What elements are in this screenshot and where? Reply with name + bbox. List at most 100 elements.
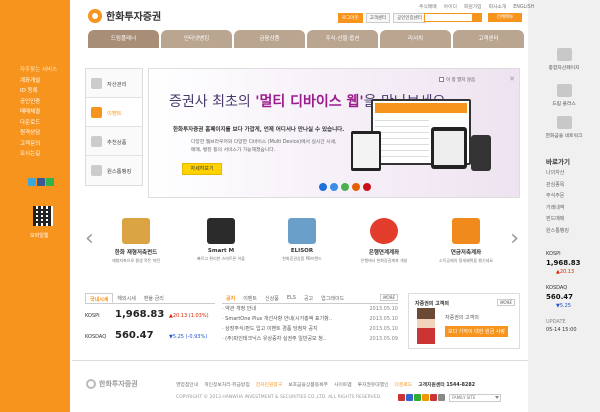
award-icon — [430, 394, 437, 401]
kospi-change: ▲20.13 (1.03%) — [169, 313, 209, 319]
dont-show-checkbox[interactable]: 이 창 열지 않음 — [439, 77, 475, 83]
opera-icon — [363, 183, 371, 191]
quick-link-remote[interactable]: 원격상담 — [20, 128, 70, 139]
pb-line1: 자증권의 고객의 — [445, 315, 479, 321]
footer-link[interactable]: 투자권유대행인 — [358, 383, 389, 388]
next-arrow-icon[interactable]: › — [510, 226, 519, 251]
award-badges — [398, 394, 446, 403]
product-item[interactable]: 은행연계계좌 은행에서 한화증권계좌 개설 — [353, 218, 415, 264]
news-more-button[interactable]: MORE — [380, 294, 398, 301]
safari-icon — [330, 183, 338, 191]
util-link[interactable]: 회사소개 — [489, 5, 507, 10]
checkbox-icon[interactable] — [439, 77, 444, 82]
frequent-services: 자주찾는 서비스 계좌개설 ID 등록 공인인증 매매체결 다운로드 원격상담 … — [20, 65, 70, 160]
left-menu-onestop[interactable]: 원스톱뱅킹 — [86, 156, 142, 185]
shortcut-link[interactable]: 주식주문 — [546, 191, 569, 203]
facebook-icon[interactable] — [37, 178, 45, 186]
twitter-icon[interactable] — [28, 178, 36, 186]
asset-icon — [91, 78, 102, 89]
news-item[interactable]: · 약관 개정 안내 2013.05.10 — [222, 305, 398, 314]
tab-upgrade[interactable]: 업그레이드 — [317, 293, 348, 303]
market-tabs: 국내시세 해외시세 환율·금리 — [85, 293, 215, 304]
left-menu-event[interactable]: 이벤트 — [86, 98, 142, 127]
product-item[interactable]: 한화 재형저축펀드 재형저축으로 평생 목돈 마련 — [105, 218, 167, 264]
quick-link-trade[interactable]: 매매체결 — [20, 107, 70, 118]
footer-link[interactable]: 개인정보처리·취급방침 — [204, 383, 250, 388]
footer-link[interactable]: 보호금융상품등록부 — [288, 383, 328, 388]
tab-financial-products[interactable]: 금융상품 — [234, 30, 305, 48]
tab-new-product[interactable]: 신상품 — [261, 293, 283, 303]
quick-link-account[interactable]: 계좌개설 — [20, 76, 70, 87]
all-menu-button[interactable]: 전체메뉴 — [488, 13, 522, 22]
tab-domestic[interactable]: 국내시세 — [85, 293, 114, 303]
quick-network[interactable]: 한화금융 네트워크 — [528, 116, 600, 139]
footer-link[interactable]: 다운로드 — [395, 383, 413, 388]
quick-link-location[interactable]: 오시는길 — [20, 149, 70, 160]
tab-dream-planner[interactable]: 드림플래너 — [88, 30, 159, 48]
tab-customer-center[interactable]: 고객센터 — [453, 30, 524, 48]
news-item[interactable]: · SmartOne Plus 개선사항 안내(시가총액 표기항.. 2013.0… — [222, 315, 398, 324]
product-item[interactable]: ELISOR 한화증권상품 PB브랜드 — [271, 218, 333, 262]
brand-logo[interactable]: 한화투자증권 — [88, 8, 161, 23]
banner-desc: 한화투자증권 홈페이지를 보다 가깝게, 언제 어디서나 만나실 수 있습니다. — [173, 127, 345, 133]
product-carousel: ‹ › 한화 재형저축펀드 재형저축으로 평생 목돈 마련 Smart M 빠르고 … — [85, 218, 525, 278]
tab-announce[interactable]: 공고 — [300, 293, 317, 303]
product-item[interactable]: Smart M 빠르고 편리한 스마트폰 어플 — [190, 218, 252, 262]
kosdaq-name: KOSDAQ — [85, 334, 107, 340]
tab-event[interactable]: 이벤트 — [239, 293, 261, 303]
mobile-web-label[interactable]: 모바일웹 — [30, 232, 48, 239]
prev-arrow-icon[interactable]: ‹ — [85, 226, 94, 251]
pb-more-button[interactable]: MORE — [497, 299, 515, 306]
house-icon — [122, 218, 150, 244]
news-item[interactable]: · 상장주식/펀드 입고 이벤트 경품 당첨자 공지 2013.05.10 — [222, 325, 398, 334]
footer-link[interactable]: 사이트맵 — [334, 383, 352, 388]
util-link[interactable]: 회원가입 — [464, 5, 482, 10]
tab-els[interactable]: ELS — [283, 293, 300, 303]
tab-stocks-futures[interactable]: 주식·선물·옵션 — [307, 30, 378, 48]
kospi-change: ▲20.13 — [556, 269, 575, 275]
smartphone-icon — [207, 218, 235, 244]
tablet-image — [351, 131, 381, 171]
certificate-center-button[interactable]: 공인인증센터 — [393, 13, 426, 23]
product-item[interactable]: 연금저축계좌 소득공제의 절세혜택을 챙기세요 — [435, 218, 497, 264]
left-menu-asset[interactable]: 자산관리 — [86, 69, 142, 98]
brand-name: 한화투자증권 — [106, 12, 162, 23]
logout-button[interactable]: 로그아웃 — [338, 13, 363, 23]
blog-icon[interactable] — [46, 178, 54, 186]
util-link[interactable]: 아이디 — [444, 5, 457, 10]
quick-link-cert[interactable]: 공인인증 — [20, 97, 70, 108]
news-item[interactable]: · (주)파인테크닉스 유상증자 실권주 일반공모 청.. 2013.05.09 — [222, 335, 398, 344]
footer-link[interactable]: 영업점안내 — [176, 383, 198, 388]
shortcut-link[interactable]: 거래내역 — [546, 203, 569, 215]
shortcut-link[interactable]: 펀드매매 — [546, 214, 569, 226]
award-icon — [398, 394, 405, 401]
footer-link[interactable]: 전자민원창구 — [256, 383, 282, 388]
quick-link-download[interactable]: 다운로드 — [20, 118, 70, 129]
customer-center-button[interactable]: 고객센터 — [365, 13, 391, 23]
family-site-select[interactable]: FAMILY SITE — [449, 394, 501, 402]
banner-detail-button[interactable]: 자세히보기 — [182, 163, 222, 175]
shortcut-link[interactable]: 관심종목 — [546, 180, 569, 192]
tab-internet-banking[interactable]: 인터넷뱅킹 — [161, 30, 232, 48]
search-input[interactable] — [424, 13, 482, 22]
shortcut-link[interactable]: 나의자산 — [546, 168, 569, 180]
quick-link-id[interactable]: ID 등록 — [20, 86, 70, 97]
shortcut-link[interactable]: 원스톱뱅킹 — [546, 226, 569, 238]
bank-icon — [91, 165, 102, 176]
advisor-avatar — [417, 308, 435, 344]
left-menu-recommend[interactable]: 추천상품 — [86, 127, 142, 156]
search-icon[interactable] — [472, 14, 481, 21]
util-link[interactable]: ENGLISH — [513, 5, 534, 10]
utility-nav: 주식매매 아이디 회원가입 회사소개 ENGLISH — [412, 3, 534, 10]
quick-asset[interactable]: 종합자산페이지 — [528, 48, 600, 71]
quick-dream-plus[interactable]: 드림 플러스 — [528, 84, 600, 107]
quick-link-inquiry[interactable]: 고객문의 — [20, 139, 70, 150]
market-panel: 국내시세 해외시세 환율·금리 KOSPI 1,968.83 ▲20.13 (1.0… — [85, 293, 215, 349]
tab-notice[interactable]: 공지 — [222, 293, 239, 303]
tab-overseas[interactable]: 해외시세 — [113, 293, 139, 303]
pb-promo[interactable]: 자증권의 고객의 MORE 자증권의 고객의 보다 가까이 대한 원금 사랑 — [408, 293, 520, 349]
close-icon[interactable]: ✕ — [509, 75, 515, 83]
tab-research[interactable]: 리서치 — [380, 30, 451, 48]
util-link[interactable]: 주식매매 — [419, 5, 437, 10]
tab-fx[interactable]: 환율·금리 — [140, 293, 168, 303]
